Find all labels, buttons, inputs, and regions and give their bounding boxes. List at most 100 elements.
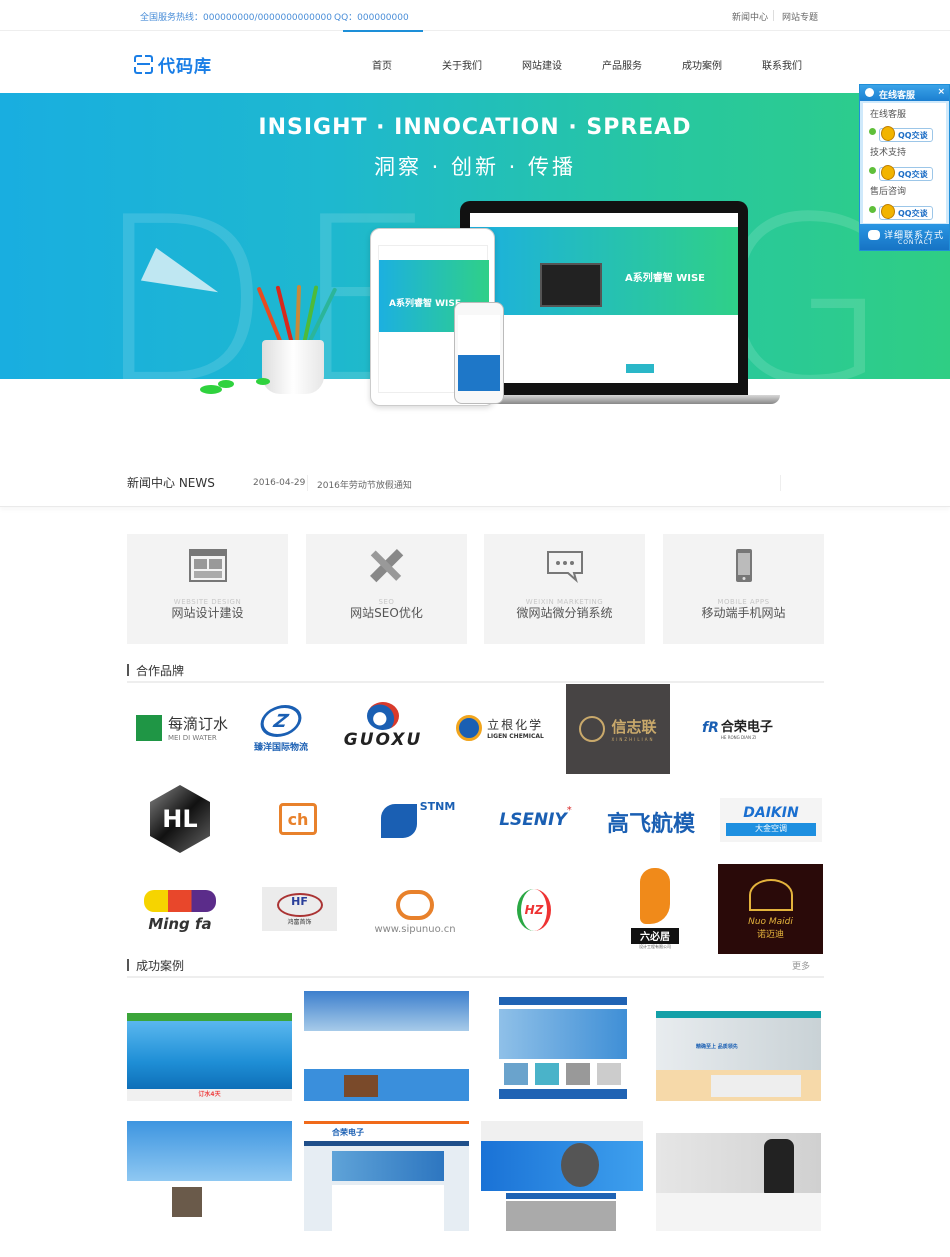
mobile-phone-icon [736,549,752,582]
brand-logo[interactable]: 信志联 XINZHILIAN [566,684,670,774]
brand-logo[interactable]: GUOXU [335,695,431,757]
brand-logo[interactable]: HF 鸿富首饰 [262,887,337,931]
brand-logo[interactable]: Nuo Maidi 诺迈迪 [718,864,823,954]
brand-logo[interactable]: www.sipunuo.cn [366,883,464,941]
paint-splat [218,380,234,388]
divider [773,10,774,21]
brush-mug [262,340,324,394]
nav-products[interactable]: 产品服务 [602,57,642,72]
service-card-mobile[interactable]: MOBILE APPS 移动端手机网站 [663,534,824,644]
panel-body: 在线客服 QQ交谈 技术支持 QQ交谈 售后咨询 QQ交谈 [863,103,946,223]
service-zh: 网站SEO优化 [350,606,423,620]
yarn-spool-icon [396,889,434,920]
browser-window-icon [189,549,227,582]
brand-logo[interactable]: DAIKIN 大金空调 [720,798,822,842]
hero-title-zh: 洞察 · 创新 · 传播 [373,155,577,179]
brands-title: 合作品牌 [136,664,185,678]
top-link-topics[interactable]: 网站专题 [782,10,818,23]
paint-splat [256,378,270,385]
online-status-icon [869,206,876,213]
brand-logo[interactable]: fR 合荣电子 HE RONG DIAN ZI [690,710,785,745]
section-marker [127,959,129,971]
service-card-seo[interactable]: SEO 网站SEO优化 [306,534,467,644]
case-thumbnail[interactable]: 订水4天 [127,991,292,1101]
close-icon[interactable]: × [937,87,945,97]
ligen-emblem-icon [456,714,483,741]
group-label: 在线客服 [870,110,907,120]
qq-text[interactable]: QQ：000000000 [334,10,409,23]
xinzhilian-emblem-icon [579,716,606,742]
top-link-news[interactable]: 新闻中心 [732,10,768,23]
service-zh: 移动端手机网站 [701,606,786,620]
logo-text: 代码库 [158,57,212,77]
qq-penguin-icon [881,126,895,141]
online-service-panel: 在线客服 × 在线客服 QQ交谈 技术支持 QQ交谈 售后咨询 QQ交谈 详细联… [859,84,950,251]
case-thumbnail[interactable] [499,991,627,1101]
chat-bubble-icon [868,230,880,240]
hotline-text: 全国服务热线：000000000/0000000000000 [140,13,333,23]
service-zh: 网站设计建设 [171,606,244,620]
news-title: 新闻中心 NEWS [127,476,215,490]
brand-logo[interactable]: HL [146,783,214,855]
brand-logo[interactable]: Z 臻洋国际物流 [244,700,318,758]
qq-chat-button[interactable]: QQ交谈 [879,126,933,142]
shell-emblem-icon [748,878,793,911]
logo[interactable]: 代码库 [134,52,212,77]
mock-title: A系列睿智 WISE [625,273,706,284]
mock-title-tablet: A系列睿智 WISE [389,299,462,309]
logo-mark-icon [134,55,153,74]
case-thumbnail[interactable]: 合荣电子 [304,1121,469,1231]
cases-section-header: 成功案例 更多 [127,956,824,978]
group-label: 技术支持 [870,148,907,158]
pencil-ruler-icon [370,549,404,583]
case-thumbnail[interactable] [304,991,469,1101]
contact-details-button[interactable]: 详细联系方式 CONTACT [860,224,949,250]
brand-logo[interactable]: Ming fa [140,882,220,940]
panel-title: 在线客服 [879,91,916,101]
wave-emblem-icon [144,889,216,912]
news-date: 2016-04-29 [253,478,306,488]
cases-title: 成功案例 [136,959,185,973]
case-thumbnail[interactable] [481,1121,643,1231]
group-label: 售后咨询 [870,187,907,197]
star-icon: * [566,805,572,816]
z-logo-icon: Z [256,705,306,737]
nav-cases[interactable]: 成功案例 [682,57,722,72]
divider [780,475,781,491]
brand-logo[interactable]: ch [278,802,318,836]
hr-logo-icon: fR [702,719,719,736]
top-bar: 全国服务热线：000000000/0000000000000 QQ：000000… [0,0,950,32]
wifi-drop-icon [135,714,162,741]
more-link[interactable]: 更多 [792,959,810,972]
qq-chat-button[interactable]: QQ交谈 [879,204,933,220]
display-screen-image [540,263,602,307]
qq-underline [343,30,423,32]
nav-about[interactable]: 关于我们 [442,57,482,72]
user-icon [865,88,874,97]
guoxu-emblem-icon [367,702,399,730]
divider [307,475,308,491]
brand-logo[interactable]: HZ [515,888,553,932]
hero-title-en: INSIGHT · INNOCATION · SPREAD [258,115,692,140]
brand-logo[interactable]: STNM [376,800,460,842]
case-thumbnail[interactable]: 精确至上 品质领先 [656,991,821,1101]
stnm-wave-icon [380,804,417,838]
case-thumbnail[interactable] [127,1121,292,1231]
qq-chat-button[interactable]: QQ交谈 [879,165,933,181]
case-thumbnail[interactable] [656,1121,821,1231]
brand-logo[interactable]: 立根化学 LIGEN CHEMICAL [450,705,550,750]
news-item-link[interactable]: 2016年劳动节放假通知 [317,478,412,491]
brand-logo[interactable]: 高飞航模 [598,805,704,839]
brand-logo[interactable]: LSENIY * [488,805,583,835]
nav-home[interactable]: 首页 [372,57,392,72]
section-marker [127,664,129,676]
nav-website[interactable]: 网站建设 [522,57,562,72]
brands-section-header: 合作品牌 [127,661,824,683]
thumbs-up-icon [640,868,670,924]
brand-logo[interactable]: 六必居 设计工程有限公司 [620,862,690,956]
service-card-website[interactable]: WEBSITE DESIGN 网站设计建设 [127,534,288,644]
online-status-icon [869,128,876,135]
brand-logo[interactable]: 每滴订水 MEI DI WATER [127,700,237,755]
nav-contact[interactable]: 联系我们 [762,57,802,72]
service-card-weixin[interactable]: WEIXIN MARKETING 微网站微分销系统 [484,534,645,644]
